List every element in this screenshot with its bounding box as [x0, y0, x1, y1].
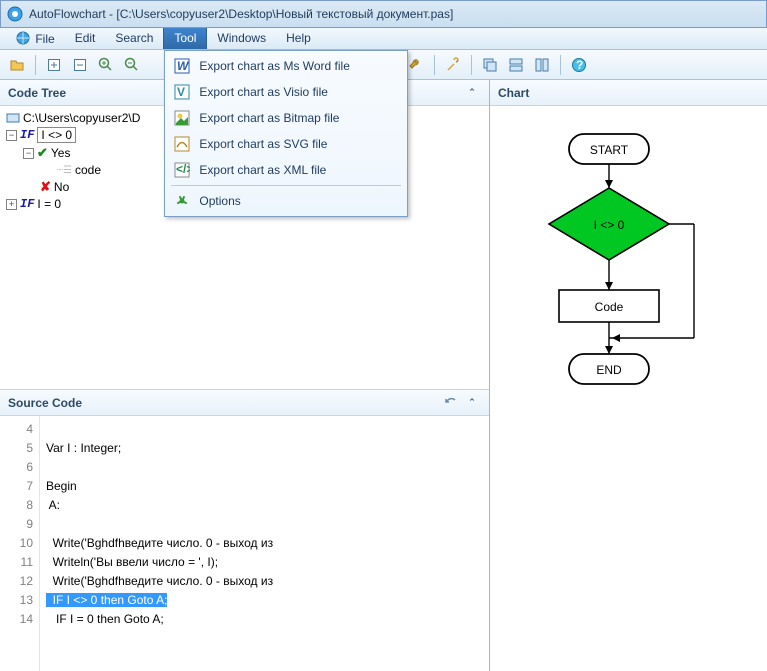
tree-connector-icon: ┈☰ [57, 165, 72, 176]
undo-icon[interactable] [442, 394, 460, 412]
app-icon [7, 6, 23, 22]
svg-text:I <> 0: I <> 0 [593, 218, 624, 232]
flow-start: START [569, 134, 649, 164]
visio-icon: V [173, 83, 191, 101]
code-line[interactable] [46, 515, 489, 534]
flowchart: START I <> 0 Code [509, 124, 749, 444]
code-line-selected[interactable]: IF I <> 0 then Goto A; [46, 591, 489, 610]
help-button[interactable]: ? [568, 54, 590, 76]
svg-text:END: END [596, 363, 622, 377]
chart-panel: Chart START I <> 0 Code [490, 80, 767, 671]
menu-search[interactable]: Search [105, 28, 163, 49]
titlebar: AutoFlowchart - [C:\Users\copyuser2\Desk… [0, 0, 767, 28]
chart-header: Chart [490, 80, 767, 106]
flow-code: Code [559, 290, 659, 322]
expand-icon[interactable]: − [23, 148, 34, 159]
cross-icon: ✘ [40, 179, 51, 195]
toolbar-separator [35, 55, 36, 75]
toolbar-separator [560, 55, 561, 75]
svg-icon [173, 135, 191, 153]
chart-canvas[interactable]: START I <> 0 Code [490, 106, 767, 671]
gear-icon [173, 192, 191, 210]
svg-text:?: ? [576, 58, 583, 72]
menu-tool[interactable]: Tool W Export chart as Ms Word file V Ex… [163, 28, 207, 49]
cascade-button[interactable] [479, 54, 501, 76]
code-line[interactable]: Writeln('Вы ввели число = ', I); [46, 553, 489, 572]
code-line[interactable] [46, 458, 489, 477]
expand-icon[interactable]: + [6, 199, 17, 210]
check-icon: ✔ [37, 145, 48, 161]
globe-icon [16, 31, 30, 45]
tools-button[interactable] [442, 54, 464, 76]
code-tree-title: Code Tree [8, 86, 66, 100]
bitmap-icon [173, 109, 191, 127]
export-svg-item[interactable]: Export chart as SVG file [167, 131, 405, 157]
flow-end: END [569, 354, 649, 384]
expand-icon[interactable]: − [6, 130, 17, 141]
code-line[interactable]: Write('Bghdfhведите число. 0 - выход из [46, 534, 489, 553]
svg-text:V: V [177, 85, 185, 99]
code-line[interactable] [46, 420, 489, 439]
drive-icon [6, 112, 20, 124]
options-item[interactable]: Options [167, 188, 405, 214]
export-bitmap-item[interactable]: Export chart as Bitmap file [167, 105, 405, 131]
code-line[interactable]: IF I = 0 then Goto A; [46, 610, 489, 629]
export-word-item[interactable]: W Export chart as Ms Word file [167, 53, 405, 79]
if-icon: IF [20, 128, 34, 142]
tile-h-button[interactable] [505, 54, 527, 76]
menu-file[interactable]: File [6, 28, 65, 49]
panel-collapse-icon[interactable]: ⌃ [463, 394, 481, 412]
gutter: 4 5 6 7 8 9 10 11 12 13 14 [0, 416, 40, 671]
expand-button[interactable] [43, 54, 65, 76]
collapse-button[interactable] [69, 54, 91, 76]
code-line[interactable]: Var I : Integer; [46, 439, 489, 458]
chart-title: Chart [498, 86, 529, 100]
word-icon: W [173, 57, 191, 75]
tool-dropdown: W Export chart as Ms Word file V Export … [164, 50, 408, 217]
open-button[interactable] [6, 54, 28, 76]
export-visio-item[interactable]: V Export chart as Visio file [167, 79, 405, 105]
menu-help[interactable]: Help [276, 28, 321, 49]
zoom-out-button[interactable] [121, 54, 143, 76]
svg-text:START: START [589, 143, 628, 157]
zoom-in-button[interactable] [95, 54, 117, 76]
panel-collapse-icon[interactable]: ⌃ [463, 84, 481, 102]
svg-text:W: W [177, 59, 190, 73]
code-line[interactable]: A: [46, 496, 489, 515]
code-editor[interactable]: 4 5 6 7 8 9 10 11 12 13 14 Var I : Integ… [0, 416, 489, 671]
code-line[interactable]: Write('Bghdfhведите число. 0 - выход из [46, 572, 489, 591]
toolbar-separator [471, 55, 472, 75]
svg-text:</>: </> [176, 162, 190, 176]
dropdown-separator [171, 185, 401, 186]
menu-edit[interactable]: Edit [65, 28, 106, 49]
menu-windows[interactable]: Windows [207, 28, 276, 49]
if-icon: IF [20, 197, 34, 211]
menubar: File Edit Search Tool W Export chart as … [0, 28, 767, 50]
svg-text:Code: Code [594, 300, 623, 314]
source-code-panel: Source Code ⌃ 4 5 6 7 8 9 10 11 12 13 [0, 390, 489, 671]
xml-icon: </> [173, 161, 191, 179]
toolbar-separator [434, 55, 435, 75]
window-title: AutoFlowchart - [C:\Users\copyuser2\Desk… [29, 7, 453, 21]
source-code-header: Source Code ⌃ [0, 390, 489, 416]
code-line[interactable]: Begin [46, 477, 489, 496]
flow-decision: I <> 0 [549, 188, 669, 260]
export-xml-item[interactable]: </> Export chart as XML file [167, 157, 405, 183]
code-area[interactable]: Var I : Integer; Begin A: Write('Bghdfhв… [40, 416, 489, 671]
tile-v-button[interactable] [531, 54, 553, 76]
source-code-title: Source Code [8, 396, 82, 410]
